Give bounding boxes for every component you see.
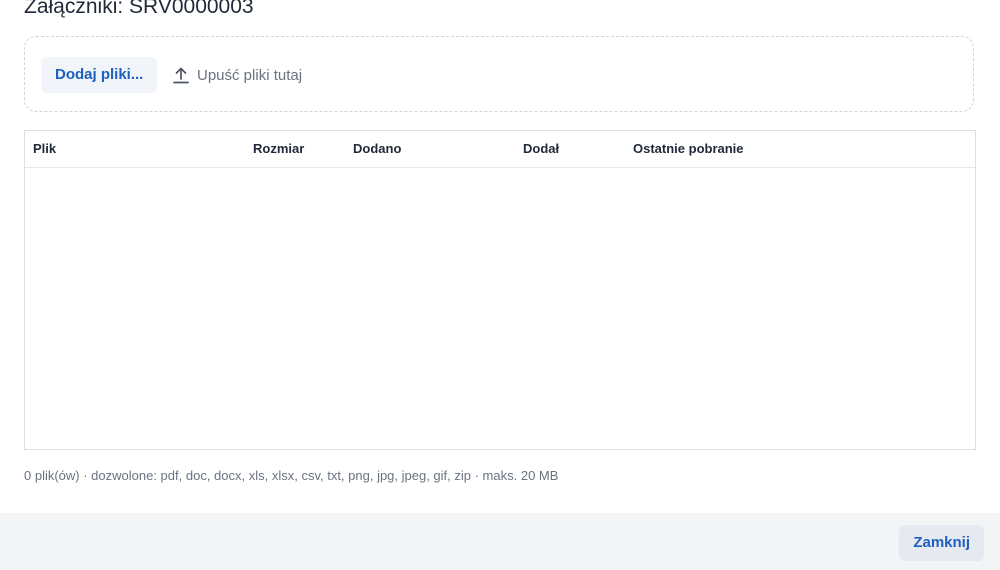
column-header-file[interactable]: Plik bbox=[33, 131, 56, 167]
dialog-action-bar: Zamknij bbox=[0, 513, 1000, 570]
table-header: Plik Rozmiar Dodano Dodał Ostatnie pobra… bbox=[25, 131, 975, 168]
upload-icon bbox=[172, 66, 190, 84]
file-count-info: 0 plik(ów) · dozwolone: pdf, doc, docx, … bbox=[24, 468, 559, 483]
drop-hint: Upuść pliki tutaj bbox=[172, 57, 302, 93]
column-header-last-download[interactable]: Ostatnie pobranie bbox=[633, 131, 744, 167]
drop-hint-text: Upuść pliki tutaj bbox=[197, 66, 303, 84]
column-header-added[interactable]: Dodano bbox=[353, 131, 401, 167]
dialog-title: Załączniki: SRV0000003 bbox=[24, 0, 254, 18]
column-header-size[interactable]: Rozmiar bbox=[253, 131, 304, 167]
file-dropzone[interactable]: Dodaj pliki... Upuść pliki tutaj bbox=[24, 36, 974, 112]
table-body bbox=[25, 168, 975, 450]
add-files-button[interactable]: Dodaj pliki... bbox=[41, 57, 158, 93]
attachments-dialog: Załączniki: SRV0000003 Dodaj pliki... Up… bbox=[0, 0, 1000, 570]
attachments-table: Plik Rozmiar Dodano Dodał Ostatnie pobra… bbox=[24, 130, 976, 450]
close-button[interactable]: Zamknij bbox=[899, 525, 984, 561]
column-header-added-by[interactable]: Dodał bbox=[523, 131, 559, 167]
